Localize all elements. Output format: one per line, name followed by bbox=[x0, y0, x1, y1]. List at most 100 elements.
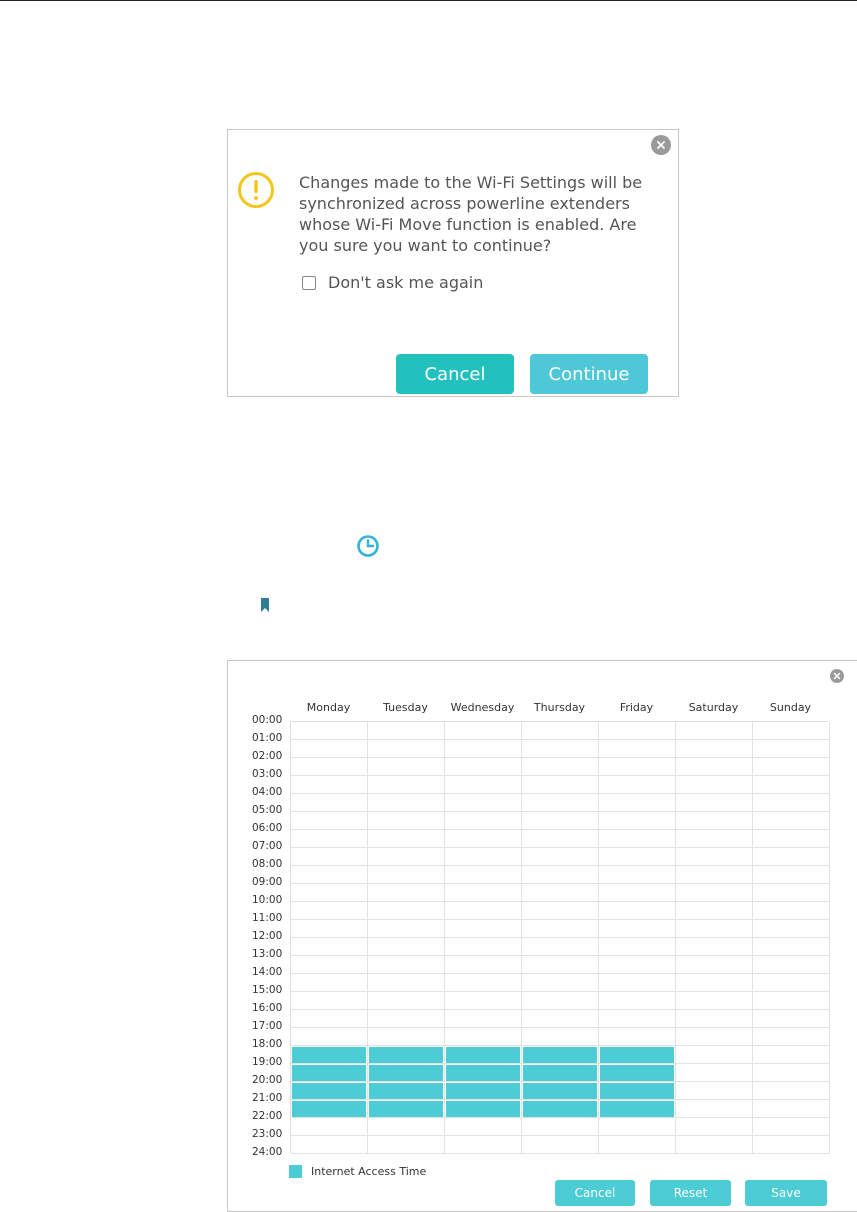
grid-row-line bbox=[291, 1153, 830, 1154]
grid-row-line bbox=[291, 1081, 830, 1082]
selected-time-cell[interactable] bbox=[523, 1083, 597, 1099]
selected-time-cell[interactable] bbox=[523, 1065, 597, 1081]
hour-label: 16:00 bbox=[252, 1002, 283, 1014]
grid-row-line bbox=[291, 883, 830, 884]
schedule-dialog: Monday Tuesday Wednesday Thursday Friday Satu… bbox=[227, 660, 857, 1212]
hour-label: 07:00 bbox=[252, 840, 283, 852]
hour-label: 17:00 bbox=[252, 1020, 283, 1032]
grid-row-line bbox=[291, 1009, 830, 1010]
grid-row-line bbox=[291, 973, 830, 974]
warning-message: Changes made to the Wi-Fi Settings will … bbox=[299, 173, 643, 255]
selected-time-cell[interactable] bbox=[369, 1083, 443, 1099]
hour-label: 00:00 bbox=[252, 714, 283, 726]
legend-label: Internet Access Time bbox=[311, 1165, 427, 1178]
hour-label: 14:00 bbox=[252, 966, 283, 978]
selected-time-cell[interactable] bbox=[523, 1101, 597, 1117]
hour-label: 13:00 bbox=[252, 948, 283, 960]
bookmark-icon bbox=[261, 598, 269, 612]
selected-time-cell[interactable] bbox=[523, 1047, 597, 1063]
day-header-friday: Friday bbox=[619, 701, 654, 714]
hour-label: 02:00 bbox=[252, 750, 283, 762]
day-header-monday: Monday bbox=[306, 701, 351, 714]
hour-label: 01:00 bbox=[252, 732, 283, 744]
hour-label: 12:00 bbox=[252, 930, 283, 942]
hour-label: 19:00 bbox=[252, 1056, 283, 1068]
grid-row-line bbox=[291, 1027, 830, 1028]
hour-label: 10:00 bbox=[252, 894, 283, 906]
cancel-button[interactable]: Cancel bbox=[396, 354, 514, 394]
grid-col-line bbox=[598, 722, 599, 1154]
grid-row-line bbox=[291, 1135, 830, 1136]
selected-time-cell[interactable] bbox=[292, 1083, 366, 1099]
grid-row-line bbox=[291, 811, 830, 812]
grid-col-line bbox=[444, 722, 445, 1154]
grid-row-line bbox=[291, 829, 830, 830]
grid-col-line bbox=[829, 722, 830, 1154]
clock-icon bbox=[357, 535, 379, 557]
selected-time-cell[interactable] bbox=[600, 1083, 674, 1099]
selected-time-cell[interactable] bbox=[292, 1101, 366, 1117]
hour-label: 11:00 bbox=[252, 912, 283, 924]
schedule-grid[interactable] bbox=[290, 721, 830, 1154]
grid-col-line bbox=[521, 722, 522, 1154]
top-divider bbox=[0, 0, 857, 1]
save-button[interactable]: Save bbox=[745, 1180, 827, 1206]
grid-row-line bbox=[291, 1045, 830, 1046]
grid-row-line bbox=[291, 865, 830, 866]
cancel-button[interactable]: Cancel bbox=[555, 1180, 635, 1206]
grid-row-line bbox=[291, 1099, 830, 1100]
grid-row-line bbox=[291, 991, 830, 992]
grid-row-line bbox=[291, 919, 830, 920]
grid-col-line bbox=[675, 722, 676, 1154]
hour-label: 08:00 bbox=[252, 858, 283, 870]
selected-time-cell[interactable] bbox=[446, 1101, 520, 1117]
grid-row-line bbox=[291, 955, 830, 956]
hour-label: 24:00 bbox=[252, 1146, 283, 1158]
close-icon[interactable] bbox=[651, 135, 671, 155]
hour-label: 03:00 bbox=[252, 768, 283, 780]
grid-row-line bbox=[291, 847, 830, 848]
legend: Internet Access Time bbox=[289, 1165, 426, 1178]
day-header-tuesday: Tuesday bbox=[383, 701, 428, 714]
hour-label: 06:00 bbox=[252, 822, 283, 834]
grid-row-line bbox=[291, 757, 830, 758]
day-header-sunday: Sunday bbox=[769, 701, 812, 714]
hour-label: 15:00 bbox=[252, 984, 283, 996]
wifi-move-warning-dialog: Changes made to the Wi-Fi Settings will … bbox=[227, 129, 679, 397]
selected-time-cell[interactable] bbox=[446, 1047, 520, 1063]
hour-label: 22:00 bbox=[252, 1110, 283, 1122]
continue-button[interactable]: Continue bbox=[530, 354, 648, 394]
dont-ask-again-row[interactable]: Don't ask me again bbox=[302, 273, 483, 292]
dont-ask-again-checkbox[interactable] bbox=[302, 275, 316, 290]
grid-row-line bbox=[291, 739, 830, 740]
dont-ask-again-label: Don't ask me again bbox=[328, 273, 484, 292]
selected-time-cell[interactable] bbox=[600, 1101, 674, 1117]
grid-col-line bbox=[752, 722, 753, 1154]
hour-label: 09:00 bbox=[252, 876, 283, 888]
hour-label: 20:00 bbox=[252, 1074, 283, 1086]
selected-time-cell[interactable] bbox=[446, 1065, 520, 1081]
grid-row-line bbox=[291, 1063, 830, 1064]
selected-time-cell[interactable] bbox=[600, 1047, 674, 1063]
selected-time-cell[interactable] bbox=[369, 1047, 443, 1063]
reset-button[interactable]: Reset bbox=[650, 1180, 731, 1206]
selected-time-cell[interactable] bbox=[369, 1101, 443, 1117]
selected-time-cell[interactable] bbox=[446, 1083, 520, 1099]
hour-label: 18:00 bbox=[252, 1038, 283, 1050]
grid-row-line bbox=[291, 937, 830, 938]
grid-row-line bbox=[291, 793, 830, 794]
selected-time-cell[interactable] bbox=[600, 1065, 674, 1081]
day-header-wednesday: Wednesday bbox=[450, 701, 515, 714]
selected-time-cell[interactable] bbox=[292, 1065, 366, 1081]
selected-time-cell[interactable] bbox=[369, 1065, 443, 1081]
legend-swatch bbox=[289, 1165, 302, 1178]
hour-label: 04:00 bbox=[252, 786, 283, 798]
close-icon[interactable] bbox=[830, 669, 844, 683]
grid-row-line bbox=[291, 901, 830, 902]
grid-col-line bbox=[367, 722, 368, 1154]
day-header-thursday: Thursday bbox=[533, 701, 586, 714]
day-header-saturday: Saturday bbox=[688, 701, 739, 714]
selected-time-cell[interactable] bbox=[292, 1047, 366, 1063]
warning-icon bbox=[238, 172, 274, 208]
hour-label: 23:00 bbox=[252, 1128, 283, 1140]
